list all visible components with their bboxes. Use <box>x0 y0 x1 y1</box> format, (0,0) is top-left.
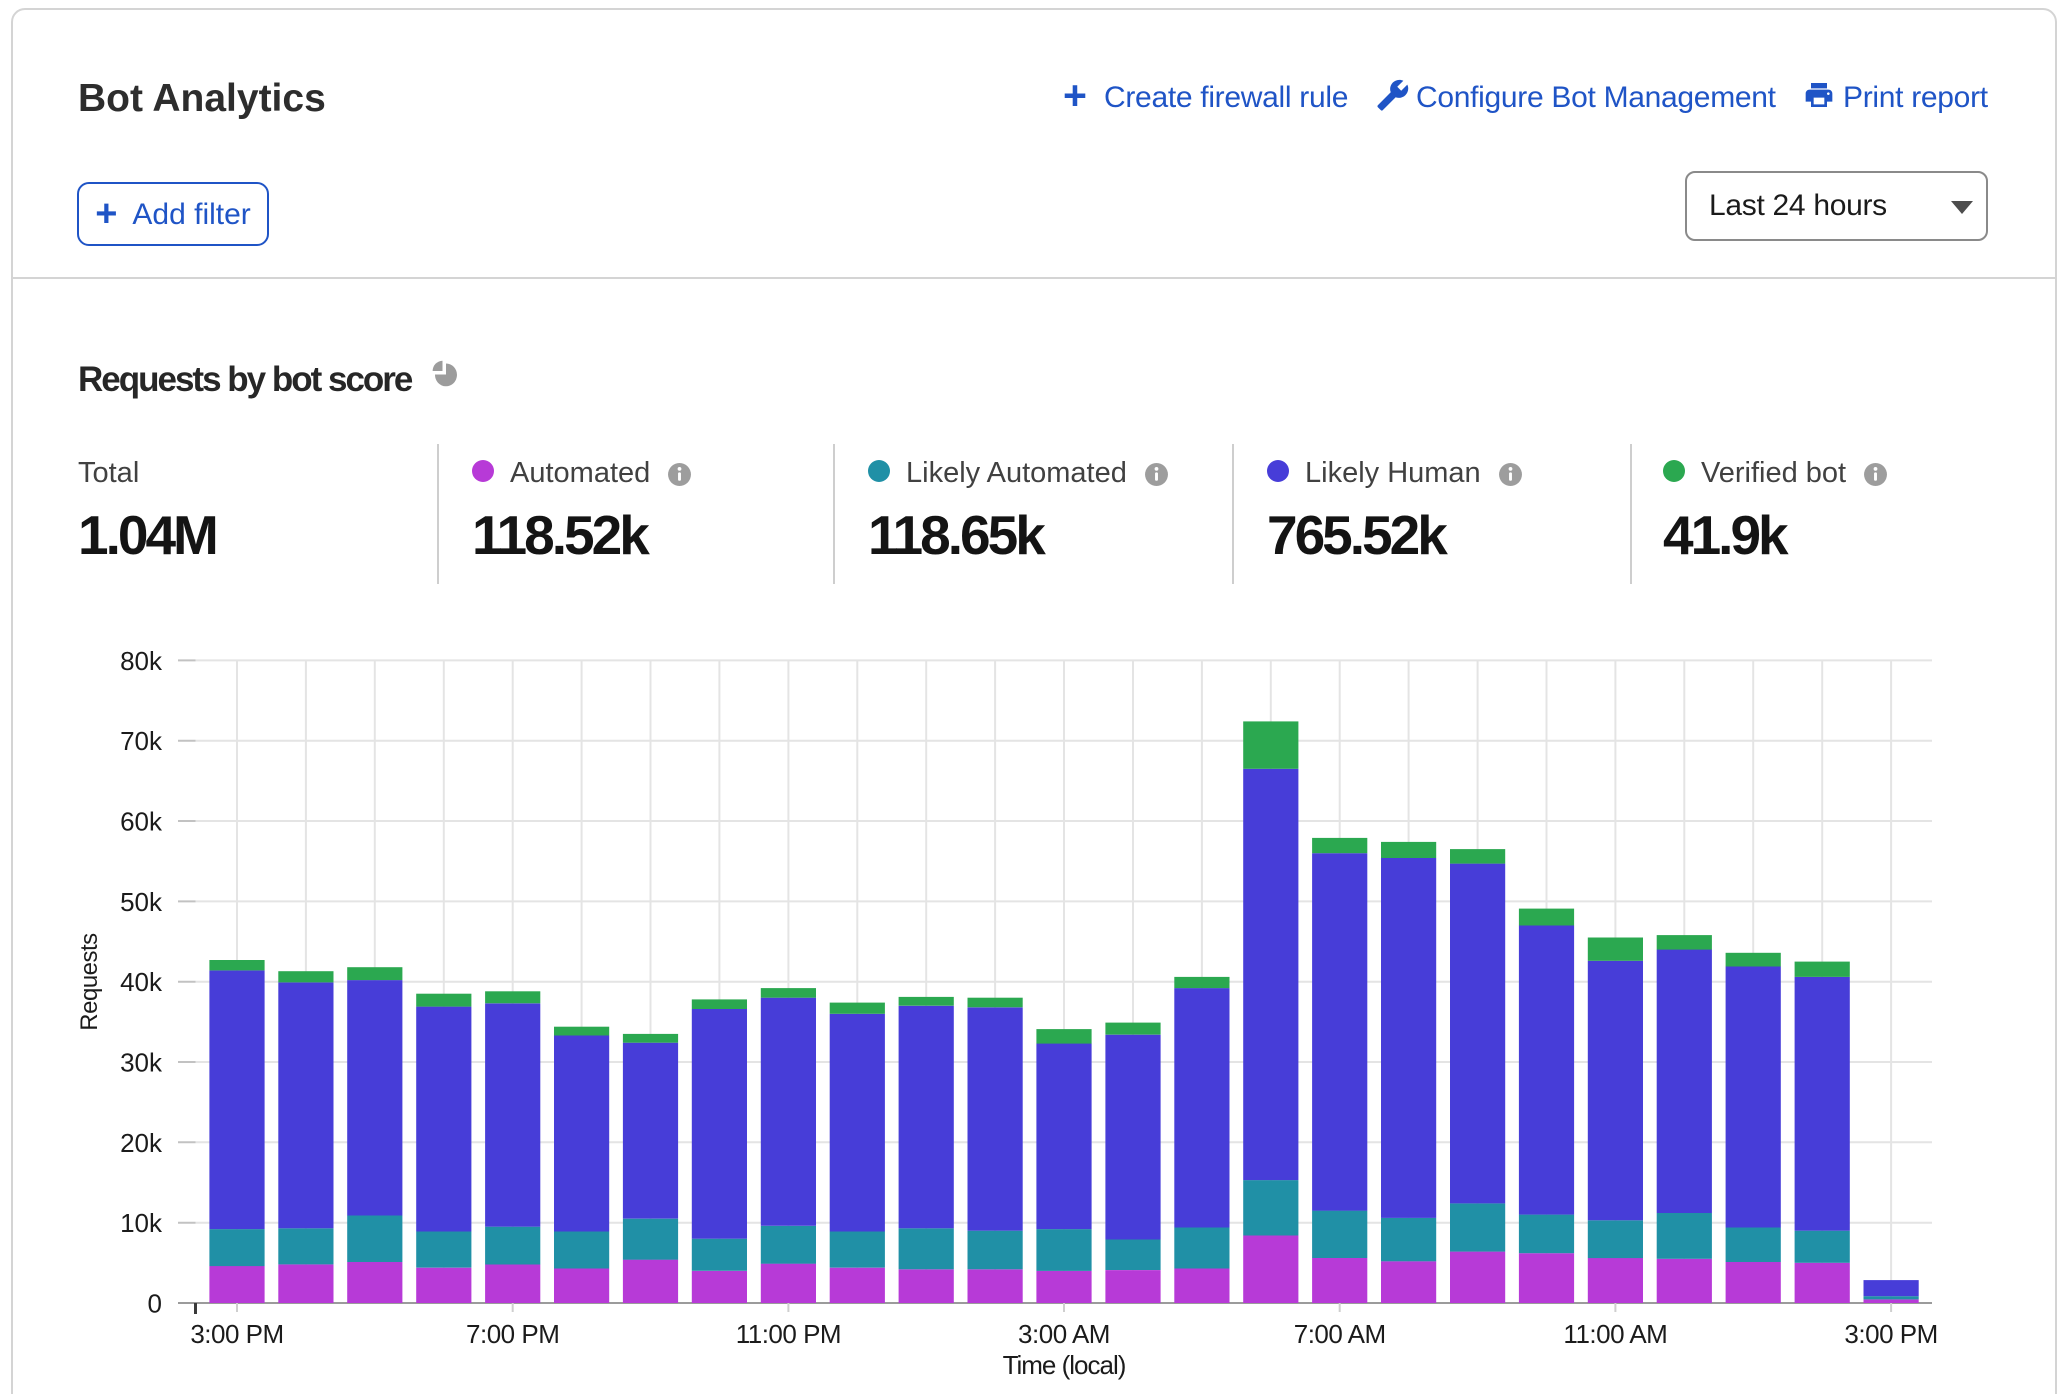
svg-text:3:00 PM: 3:00 PM <box>190 1319 283 1349</box>
svg-text:11:00 PM: 11:00 PM <box>736 1319 841 1349</box>
svg-text:Requests: Requests <box>76 933 103 1031</box>
svg-text:Time (local): Time (local) <box>1003 1350 1126 1380</box>
svg-text:0: 0 <box>148 1289 162 1319</box>
svg-text:70k: 70k <box>120 726 163 756</box>
svg-text:40k: 40k <box>120 967 163 997</box>
svg-text:80k: 80k <box>120 646 163 676</box>
svg-text:60k: 60k <box>120 807 163 837</box>
svg-text:7:00 PM: 7:00 PM <box>466 1319 559 1349</box>
svg-text:7:00 AM: 7:00 AM <box>1294 1319 1386 1349</box>
svg-text:11:00 AM: 11:00 AM <box>1563 1319 1667 1349</box>
svg-text:30k: 30k <box>120 1048 163 1078</box>
svg-text:3:00 AM: 3:00 AM <box>1018 1319 1110 1349</box>
svg-text:50k: 50k <box>120 887 163 917</box>
svg-text:3:00 PM: 3:00 PM <box>1844 1319 1937 1349</box>
svg-text:10k: 10k <box>120 1208 163 1238</box>
svg-text:20k: 20k <box>120 1128 163 1158</box>
